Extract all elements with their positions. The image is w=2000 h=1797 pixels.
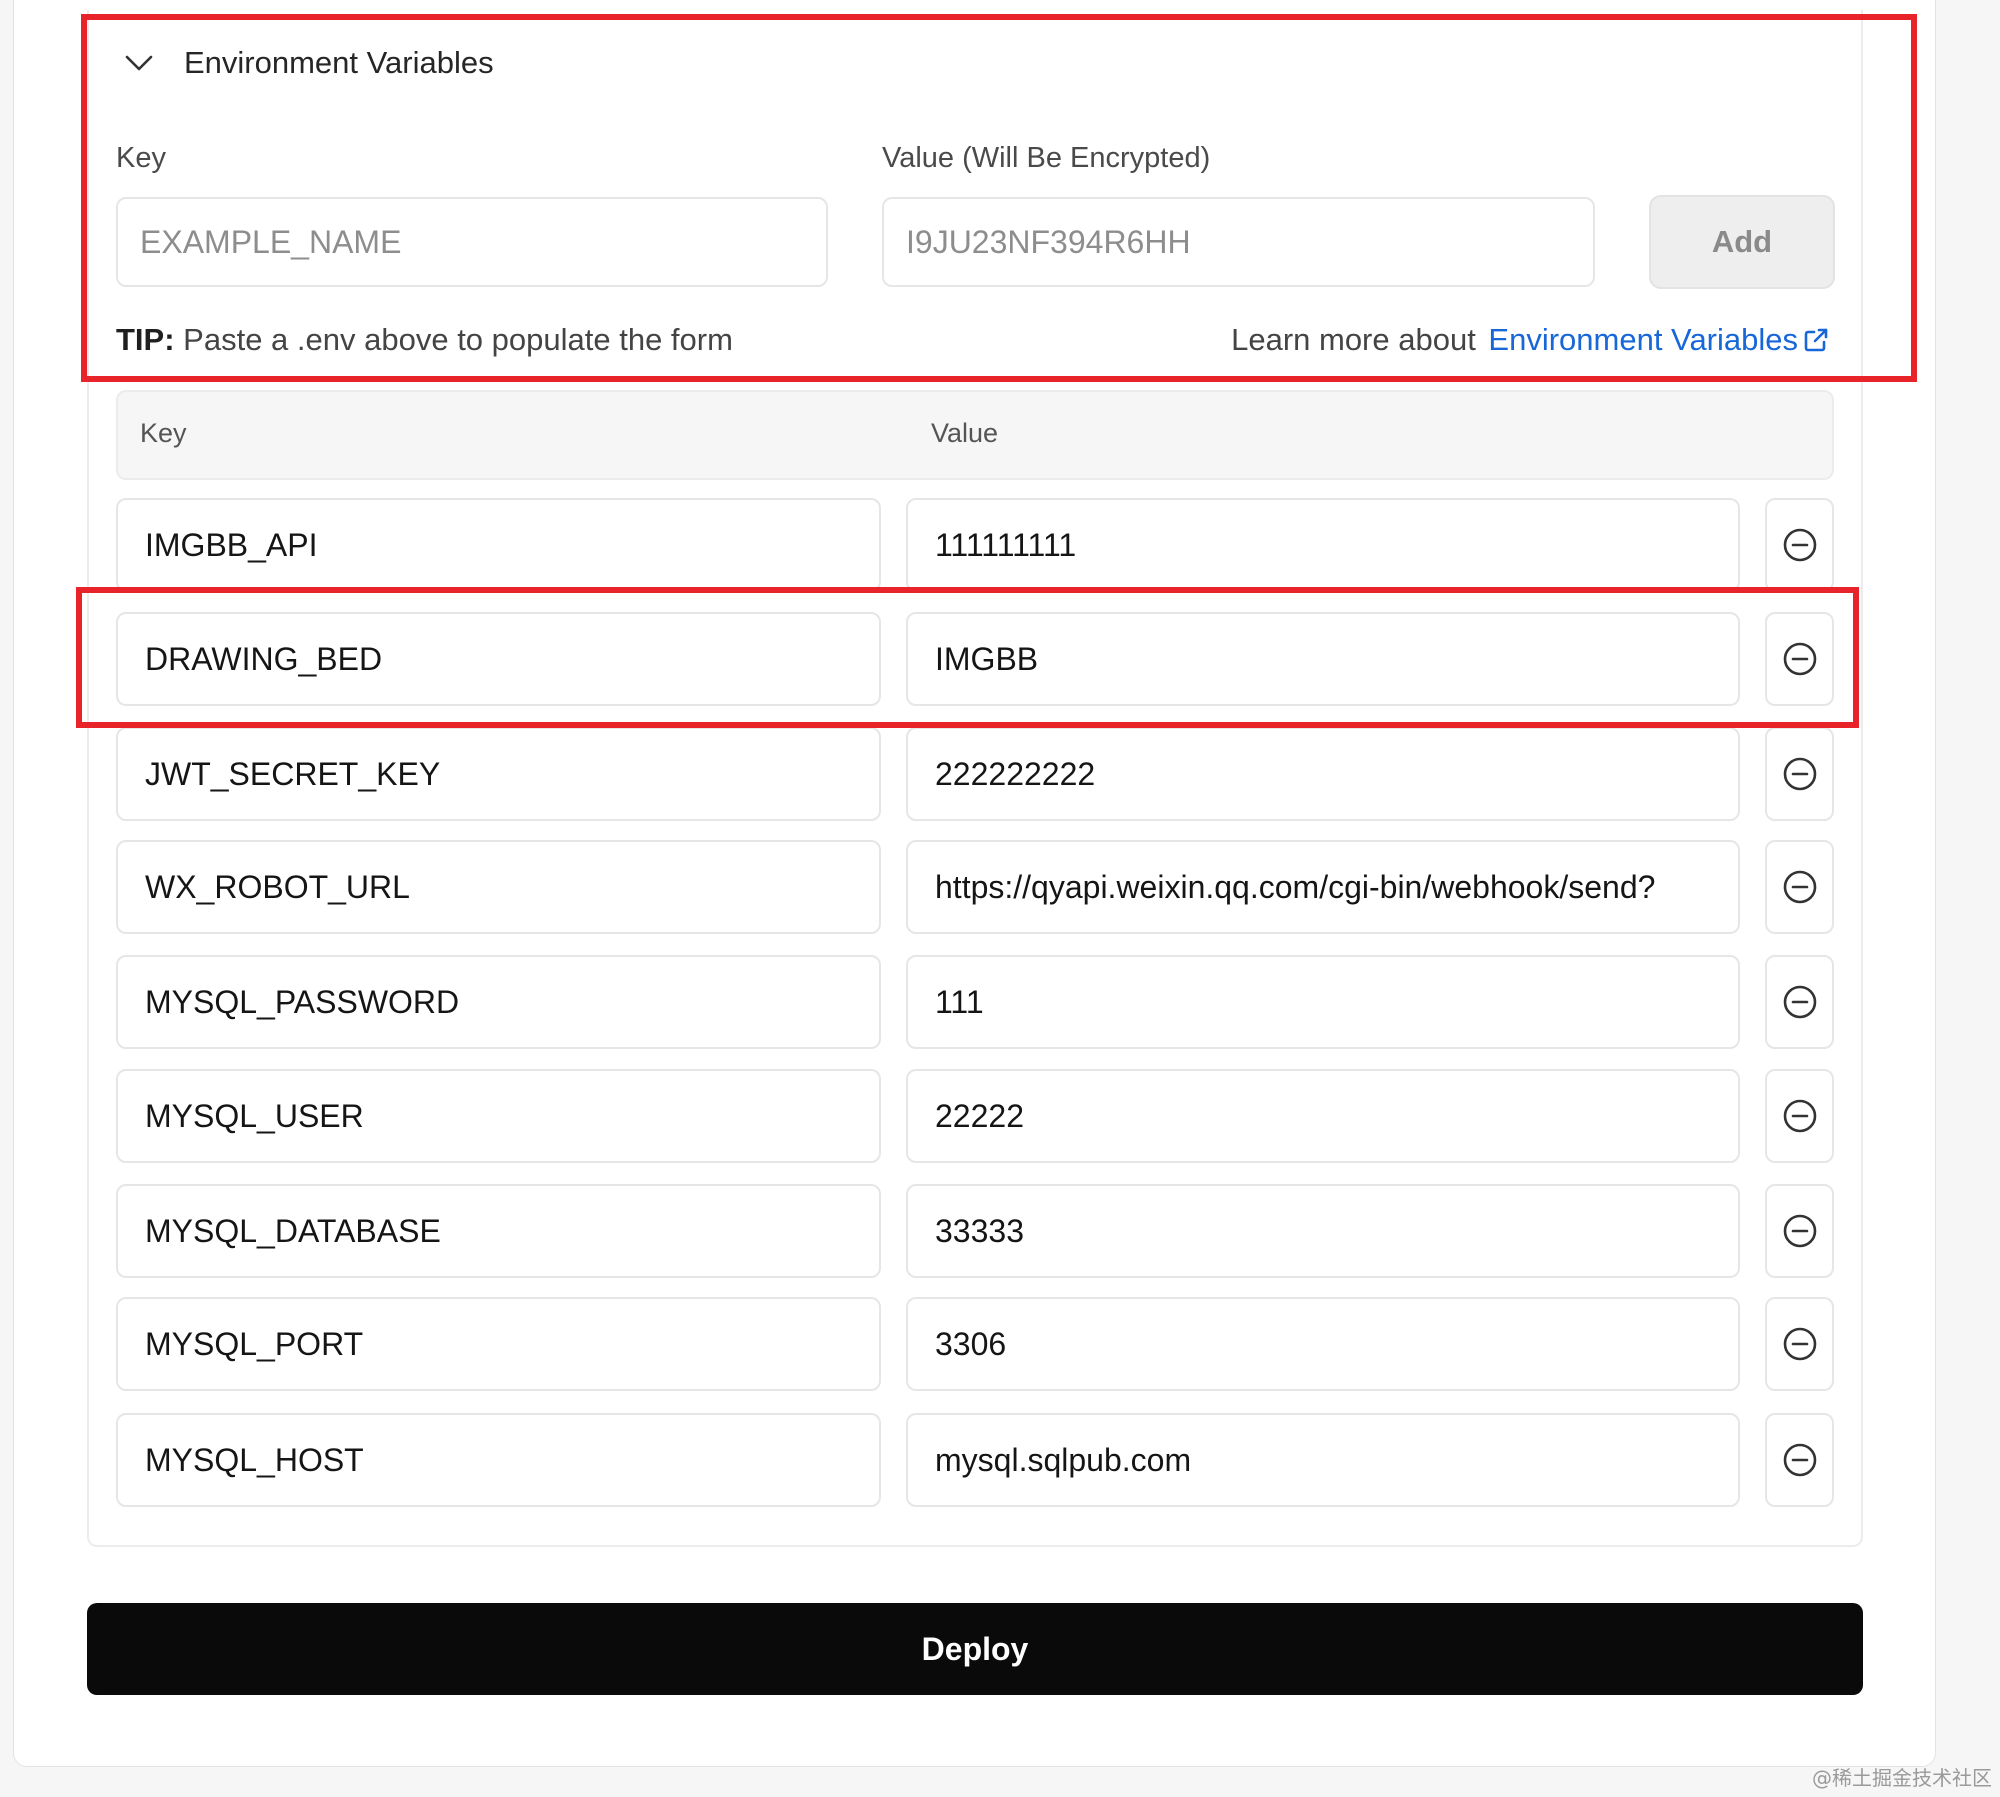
remove-row-button[interactable] bbox=[1765, 727, 1834, 821]
minus-circle-icon bbox=[1783, 985, 1816, 1019]
value-label: Value (Will Be Encrypted) bbox=[882, 142, 1211, 174]
env-vars-docs-link[interactable]: Environment Variables bbox=[1488, 322, 1798, 358]
deploy-button[interactable]: Deploy bbox=[87, 1603, 1863, 1695]
env-row: MYSQL_USER 22222 bbox=[116, 1069, 1834, 1163]
minus-circle-icon bbox=[1783, 1443, 1816, 1477]
env-row: MYSQL_PASSWORD 111 bbox=[116, 955, 1834, 1049]
minus-circle-icon bbox=[1783, 1099, 1816, 1133]
remove-row-button[interactable] bbox=[1765, 1413, 1834, 1507]
remove-row-button[interactable] bbox=[1765, 1184, 1834, 1278]
new-key-input[interactable] bbox=[116, 197, 828, 287]
add-button[interactable]: Add bbox=[1649, 195, 1835, 289]
env-value-field[interactable]: 22222 bbox=[906, 1069, 1740, 1163]
external-link-icon[interactable] bbox=[1802, 325, 1832, 355]
env-value-field[interactable]: mysql.sqlpub.com bbox=[906, 1413, 1740, 1507]
env-table-header: Key Value bbox=[116, 390, 1834, 480]
learn-more-prefix: Learn more about bbox=[1231, 322, 1485, 357]
env-value-field[interactable]: 111 bbox=[906, 955, 1740, 1049]
env-row: IMGBB_API 111111111 bbox=[116, 498, 1834, 592]
key-label: Key bbox=[116, 142, 166, 174]
env-row: MYSQL_HOST mysql.sqlpub.com bbox=[116, 1413, 1834, 1507]
remove-row-button[interactable] bbox=[1765, 840, 1834, 934]
env-row: MYSQL_DATABASE 33333 bbox=[116, 1184, 1834, 1278]
env-row: JWT_SECRET_KEY 222222222 bbox=[116, 727, 1834, 821]
minus-circle-icon bbox=[1783, 1214, 1816, 1248]
remove-row-button[interactable] bbox=[1765, 1069, 1834, 1163]
remove-row-button[interactable] bbox=[1765, 955, 1834, 1049]
env-value-field[interactable]: 222222222 bbox=[906, 727, 1740, 821]
tip-prefix: TIP: bbox=[116, 322, 175, 357]
env-key-field[interactable]: MYSQL_DATABASE bbox=[116, 1184, 881, 1278]
env-key-field[interactable]: MYSQL_PORT bbox=[116, 1297, 881, 1391]
minus-circle-icon bbox=[1783, 757, 1816, 791]
env-key-field[interactable]: IMGBB_API bbox=[116, 498, 881, 592]
remove-row-button[interactable] bbox=[1765, 1297, 1834, 1391]
new-value-input[interactable] bbox=[882, 197, 1595, 287]
env-row: WX_ROBOT_URL https://qyapi.weixin.qq.com/… bbox=[116, 840, 1834, 934]
env-value-field[interactable]: 111111111 bbox=[906, 498, 1740, 592]
remove-row-button[interactable] bbox=[1765, 612, 1834, 706]
remove-row-button[interactable] bbox=[1765, 498, 1834, 592]
env-key-field[interactable]: MYSQL_USER bbox=[116, 1069, 881, 1163]
env-row: DRAWING_BED IMGBB bbox=[116, 612, 1834, 706]
env-key-field[interactable]: JWT_SECRET_KEY bbox=[116, 727, 881, 821]
env-value-field[interactable]: 33333 bbox=[906, 1184, 1740, 1278]
env-value-field[interactable]: 3306 bbox=[906, 1297, 1740, 1391]
env-value-field[interactable]: IMGBB bbox=[906, 612, 1740, 706]
env-vars-toggle[interactable]: Environment Variables bbox=[122, 40, 494, 86]
minus-circle-icon bbox=[1783, 870, 1816, 904]
tip-text: TIP: Paste a .env above to populate the … bbox=[116, 322, 733, 358]
watermark: @稀土掘金技术社区 bbox=[1812, 1766, 1992, 1790]
header-key: Key bbox=[140, 418, 187, 448]
env-key-field[interactable]: DRAWING_BED bbox=[116, 612, 881, 706]
minus-circle-icon bbox=[1783, 528, 1816, 562]
env-key-field[interactable]: MYSQL_PASSWORD bbox=[116, 955, 881, 1049]
header-value: Value bbox=[931, 418, 999, 448]
minus-circle-icon bbox=[1783, 1327, 1816, 1361]
env-value-field[interactable]: https://qyapi.weixin.qq.com/cgi-bin/webh… bbox=[906, 840, 1740, 934]
env-vars-title: Environment Variables bbox=[184, 45, 494, 80]
learn-more: Learn more about Environment Variables bbox=[1231, 322, 1832, 358]
minus-circle-icon bbox=[1783, 642, 1816, 676]
tip-body: Paste a .env above to populate the form bbox=[174, 322, 733, 357]
env-row: MYSQL_PORT 3306 bbox=[116, 1297, 1834, 1391]
env-key-field[interactable]: WX_ROBOT_URL bbox=[116, 840, 881, 934]
chevron-down-icon bbox=[122, 46, 156, 80]
env-key-field[interactable]: MYSQL_HOST bbox=[116, 1413, 881, 1507]
